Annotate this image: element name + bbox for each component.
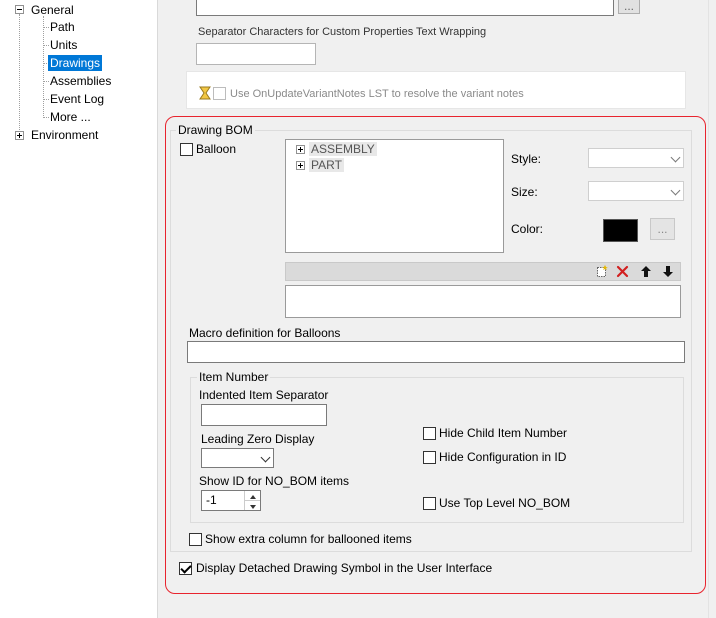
tree-item-units[interactable]: Units <box>48 37 79 53</box>
caret-down-icon <box>250 505 256 509</box>
indented-separator-input[interactable] <box>201 404 327 426</box>
separator-input[interactable] <box>196 43 316 65</box>
show-id-value: -1 <box>206 493 217 507</box>
drawing-bom-title: Drawing BOM <box>176 123 255 137</box>
tree-item-assemblies[interactable]: Assemblies <box>48 73 113 89</box>
indented-separator-label: Indented Item Separator <box>199 388 329 402</box>
chevron-down-icon <box>260 452 271 463</box>
detached-symbol-label: Display Detached Drawing Symbol in the U… <box>196 561 493 575</box>
tree-item-general[interactable]: General <box>29 2 76 18</box>
hide-child-label: Hide Child Item Number <box>439 426 568 440</box>
top-level-nobom-label: Use Top Level NO_BOM <box>439 496 571 510</box>
variant-notes-label: Use OnUpdateVariantNotes LST to resolve … <box>230 88 524 100</box>
extra-column-checkbox[interactable] <box>189 533 202 546</box>
size-label: Size: <box>511 185 538 199</box>
detached-symbol-checkbox[interactable] <box>179 562 192 575</box>
stepper-down-button[interactable] <box>244 501 260 510</box>
color-swatch[interactable] <box>603 219 638 242</box>
expand-icon[interactable] <box>296 145 305 154</box>
style-dropdown[interactable] <box>588 148 684 168</box>
vertical-scrollbar[interactable] <box>708 0 716 618</box>
stepper-up-button[interactable] <box>244 491 260 501</box>
tree-item-drawings[interactable]: Drawings <box>48 55 103 71</box>
drawings-options-panel: ... Separator Characters for Custom Prop… <box>160 0 708 618</box>
tree-item-path[interactable]: Path <box>48 19 77 35</box>
options-tree: General Path Units Drawings Assemblies E… <box>0 0 158 618</box>
tree-node-part[interactable]: PART <box>309 158 344 172</box>
collapse-icon[interactable] <box>15 5 24 14</box>
move-up-icon[interactable] <box>640 265 652 278</box>
macro-definition-label: Macro definition for Balloons <box>189 326 341 340</box>
hide-config-checkbox[interactable] <box>423 451 436 464</box>
tree-connector <box>43 16 44 118</box>
hourglass-icon <box>199 86 211 100</box>
size-dropdown[interactable] <box>588 181 684 201</box>
tree-node-assembly[interactable]: ASSEMBLY <box>309 142 377 156</box>
tree-connector <box>19 14 20 134</box>
tree-item-more[interactable]: More ... <box>48 109 93 125</box>
color-browse-button[interactable]: ... <box>650 218 675 240</box>
new-item-icon[interactable] <box>595 265 608 278</box>
separator-label: Separator Characters for Custom Properti… <box>198 26 487 38</box>
balloon-label: Balloon <box>196 142 237 156</box>
show-id-stepper[interactable]: -1 <box>201 490 261 511</box>
hide-child-checkbox[interactable] <box>423 427 436 440</box>
tree-item-event-log[interactable]: Event Log <box>48 91 106 107</box>
tree-item-environment[interactable]: Environment <box>29 127 100 143</box>
extra-column-label: Show extra column for ballooned items <box>205 532 412 546</box>
style-label: Style: <box>511 152 542 166</box>
leading-zero-dropdown[interactable] <box>201 448 274 468</box>
chevron-down-icon <box>670 152 681 163</box>
color-label: Color: <box>511 222 544 236</box>
item-number-title: Item Number <box>197 370 271 384</box>
show-id-label: Show ID for NO_BOM items <box>199 474 350 488</box>
custom-properties-input[interactable] <box>196 0 614 16</box>
expand-icon[interactable] <box>15 131 24 140</box>
chevron-down-icon <box>670 185 681 196</box>
browse-button[interactable]: ... <box>618 0 640 14</box>
balloon-tree-list[interactable] <box>285 139 504 253</box>
move-down-icon[interactable] <box>662 265 674 278</box>
hide-config-label: Hide Configuration in ID <box>439 450 567 464</box>
leading-zero-label: Leading Zero Display <box>201 432 315 446</box>
delete-icon[interactable] <box>616 265 629 278</box>
balloon-checkbox[interactable] <box>180 143 193 156</box>
macro-list[interactable] <box>285 285 681 318</box>
macro-definition-input[interactable] <box>187 341 685 363</box>
variant-notes-checkbox[interactable] <box>213 87 226 100</box>
expand-icon[interactable] <box>296 161 305 170</box>
top-level-nobom-checkbox[interactable] <box>423 497 436 510</box>
